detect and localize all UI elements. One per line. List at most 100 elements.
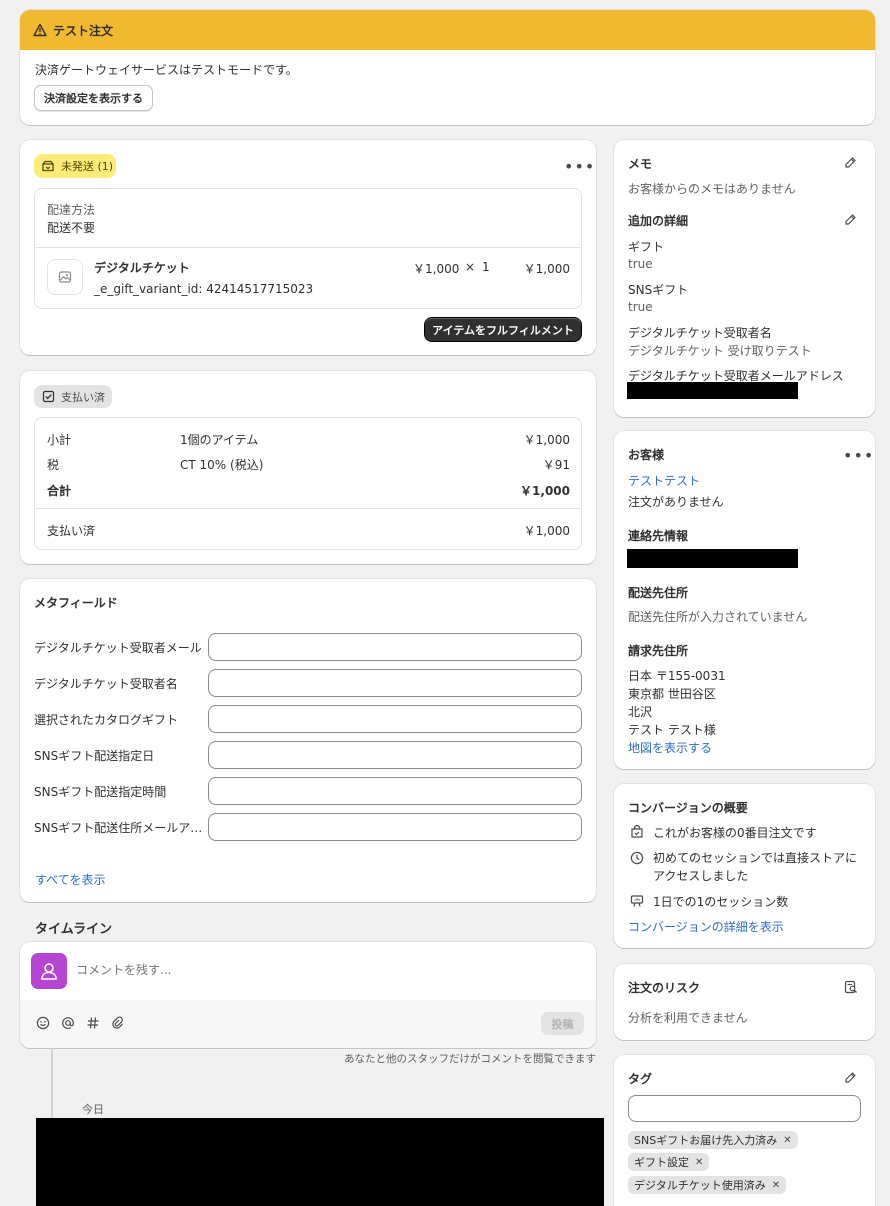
- conversion-item-text: 初めてのセッションでは直接ストアにアクセスしました: [653, 851, 858, 883]
- detail-value: true: [628, 300, 653, 314]
- remove-tag-icon[interactable]: ✕: [772, 1180, 780, 1191]
- view-payment-settings-button[interactable]: 決済設定を表示する: [34, 85, 153, 111]
- customer-name-link[interactable]: テストテスト: [628, 472, 700, 489]
- mention-icon[interactable]: [61, 1016, 75, 1030]
- tax-desc: CT 10% (税込): [180, 458, 264, 472]
- unfulfilled-badge: 未発送 (1): [34, 154, 116, 178]
- more-actions-icon[interactable]: •••: [843, 446, 874, 465]
- shipping-method-label: 配達方法: [47, 203, 96, 217]
- detail-label: SNSギフト: [628, 283, 689, 297]
- tag-label: SNSギフトお届け先入力済み: [634, 1134, 778, 1147]
- metafield-input[interactable]: [208, 777, 582, 805]
- fulfill-items-button[interactable]: アイテムをフルフィルメント: [425, 318, 581, 341]
- divider: [35, 247, 581, 248]
- tax-amount: ￥91: [542, 458, 570, 472]
- paid-label: 支払い済: [47, 524, 96, 538]
- metafield-label: 選択されたカタログギフト: [34, 713, 179, 727]
- risk-text: 分析を利用できません: [628, 1011, 748, 1025]
- comment-input[interactable]: [76, 958, 576, 982]
- detail-value: true: [628, 257, 653, 271]
- user-icon: [38, 960, 60, 982]
- emoji-icon[interactable]: [36, 1016, 50, 1030]
- tag-chip: SNSギフトお届け先入力済み ✕: [628, 1131, 798, 1149]
- conversion-card: コンバージョンの概要 これがお客様の0番目注文です 初めてのセッションでは直接ス…: [614, 784, 875, 948]
- paid-badge: 支払い済: [34, 385, 112, 408]
- metafield-input[interactable]: [208, 669, 582, 697]
- fulfillment-details: 配達方法 配送不要 デジタルチケット _e_gift_variant_id: 4…: [34, 188, 582, 309]
- edit-memo-icon[interactable]: [844, 156, 857, 169]
- metafield-input[interactable]: [208, 741, 582, 769]
- subtotal-desc: 1個のアイテム: [180, 433, 259, 447]
- package-icon: [41, 159, 55, 173]
- view-map-link[interactable]: 地図を表示する: [628, 739, 712, 756]
- payment-card: 支払い済 小計 1個のアイテム ￥1,000 税 CT 10% (税込) ￥91…: [20, 371, 596, 564]
- item-name[interactable]: デジタルチケット: [94, 259, 190, 276]
- unfulfilled-badge-label: 未発送 (1): [61, 160, 114, 173]
- tags-card: タグ SNSギフトお届け先入力済み ✕ ギフト設定 ✕ デジタルチケット使用済み…: [614, 1055, 875, 1206]
- conversion-details-link[interactable]: コンバージョンの詳細を表示: [628, 918, 784, 935]
- memo-text: お客様からのメモはありません: [628, 182, 796, 196]
- detail-label: ギフト: [628, 240, 665, 254]
- notes-card: メモ お客様からのメモはありません 追加の詳細 ギフト true SNSギフト …: [614, 140, 875, 417]
- subtotal-label: 小計: [47, 433, 72, 447]
- metafield-input[interactable]: [208, 705, 582, 733]
- total-label: 合計: [47, 484, 72, 498]
- billing-address-line: 東京都 世田谷区: [628, 687, 716, 701]
- metafield-input[interactable]: [208, 633, 582, 661]
- redacted-timeline-event: [36, 1118, 604, 1206]
- billing-address-line: 日本 〒155-0031: [628, 669, 726, 683]
- metafield-label: SNSギフト配送指定日: [34, 749, 155, 763]
- remove-tag-icon[interactable]: ✕: [783, 1135, 791, 1146]
- risk-card: 注文のリスク 分析を利用できません: [614, 964, 875, 1040]
- comment-toolbar: 投稿: [20, 1000, 596, 1048]
- total-amount: ￥1,000: [520, 484, 570, 498]
- shipping-address-text: 配送先住所が入力されていません: [628, 610, 808, 624]
- paid-badge-label: 支払い済: [61, 390, 105, 404]
- conversion-item-text: 1日での1のセッション数: [653, 895, 789, 909]
- metafields-title: メタフィールド: [34, 596, 118, 610]
- hashtag-icon[interactable]: [86, 1016, 100, 1030]
- avatar: [31, 953, 67, 989]
- tag-label: デジタルチケット使用済み: [634, 1179, 766, 1192]
- warning-icon: [33, 23, 47, 37]
- contact-info-title: 連絡先情報: [628, 529, 689, 543]
- tags-input[interactable]: [628, 1095, 861, 1122]
- tag-label: ギフト設定: [634, 1156, 689, 1169]
- tax-label: 税: [47, 458, 60, 472]
- memo-title: メモ: [628, 157, 653, 171]
- attachment-icon[interactable]: [111, 1016, 125, 1030]
- post-button[interactable]: 投稿: [541, 1012, 584, 1035]
- payment-summary: 小計 1個のアイテム ￥1,000 税 CT 10% (税込) ￥91 合計 ￥…: [34, 417, 582, 550]
- product-thumbnail[interactable]: [47, 259, 83, 295]
- shipping-method-value: 配送不要: [47, 221, 96, 235]
- more-actions-icon[interactable]: •••: [564, 157, 595, 176]
- show-all-link[interactable]: すべてを表示: [35, 871, 105, 888]
- conversion-title: コンバージョンの概要: [628, 801, 748, 815]
- metafield-label: SNSギフト配送住所メールア…: [34, 821, 203, 835]
- customer-card: お客様 ••• テストテスト 注文がありません 連絡先情報 配送先住所 配送先住…: [614, 431, 875, 769]
- tag-chip: ギフト設定 ✕: [628, 1153, 710, 1171]
- redacted-email: [627, 382, 798, 399]
- metafields-card: メタフィールド デジタルチケット受取者メール デジタルチケット受取者名 選択され…: [20, 579, 596, 902]
- subtotal-amount: ￥1,000: [523, 433, 570, 447]
- metafield-input[interactable]: [208, 813, 582, 841]
- edit-additional-details-icon[interactable]: [844, 213, 857, 226]
- item-variant: _e_gift_variant_id: 42414517715023: [94, 282, 314, 296]
- paid-amount: ￥1,000: [523, 524, 570, 538]
- detail-value: デジタルチケット 受け取りテスト: [628, 344, 812, 358]
- billing-address-title: 請求先住所: [628, 644, 689, 658]
- conversion-item-text: これがお客様の0番目注文です: [653, 826, 817, 840]
- metafield-label: SNSギフト配送指定時間: [34, 785, 167, 799]
- visits-icon: [630, 894, 644, 908]
- additional-details-title: 追加の詳細: [628, 214, 689, 228]
- item-times-sign: ×: [465, 260, 476, 274]
- image-placeholder-icon: [58, 270, 72, 284]
- edit-tags-icon[interactable]: [844, 1071, 857, 1084]
- billing-address-line: 北沢: [628, 705, 653, 719]
- timeline-date-label: 今日: [82, 1103, 104, 1116]
- test-order-banner: テスト注文 決済ゲートウェイサービスはテストモードです。 決済設定を表示する: [20, 10, 875, 125]
- item-unit-price: ￥1,000: [413, 262, 460, 276]
- remove-tag-icon[interactable]: ✕: [695, 1157, 703, 1168]
- tags-title: タグ: [628, 1072, 653, 1086]
- divider: [35, 508, 581, 509]
